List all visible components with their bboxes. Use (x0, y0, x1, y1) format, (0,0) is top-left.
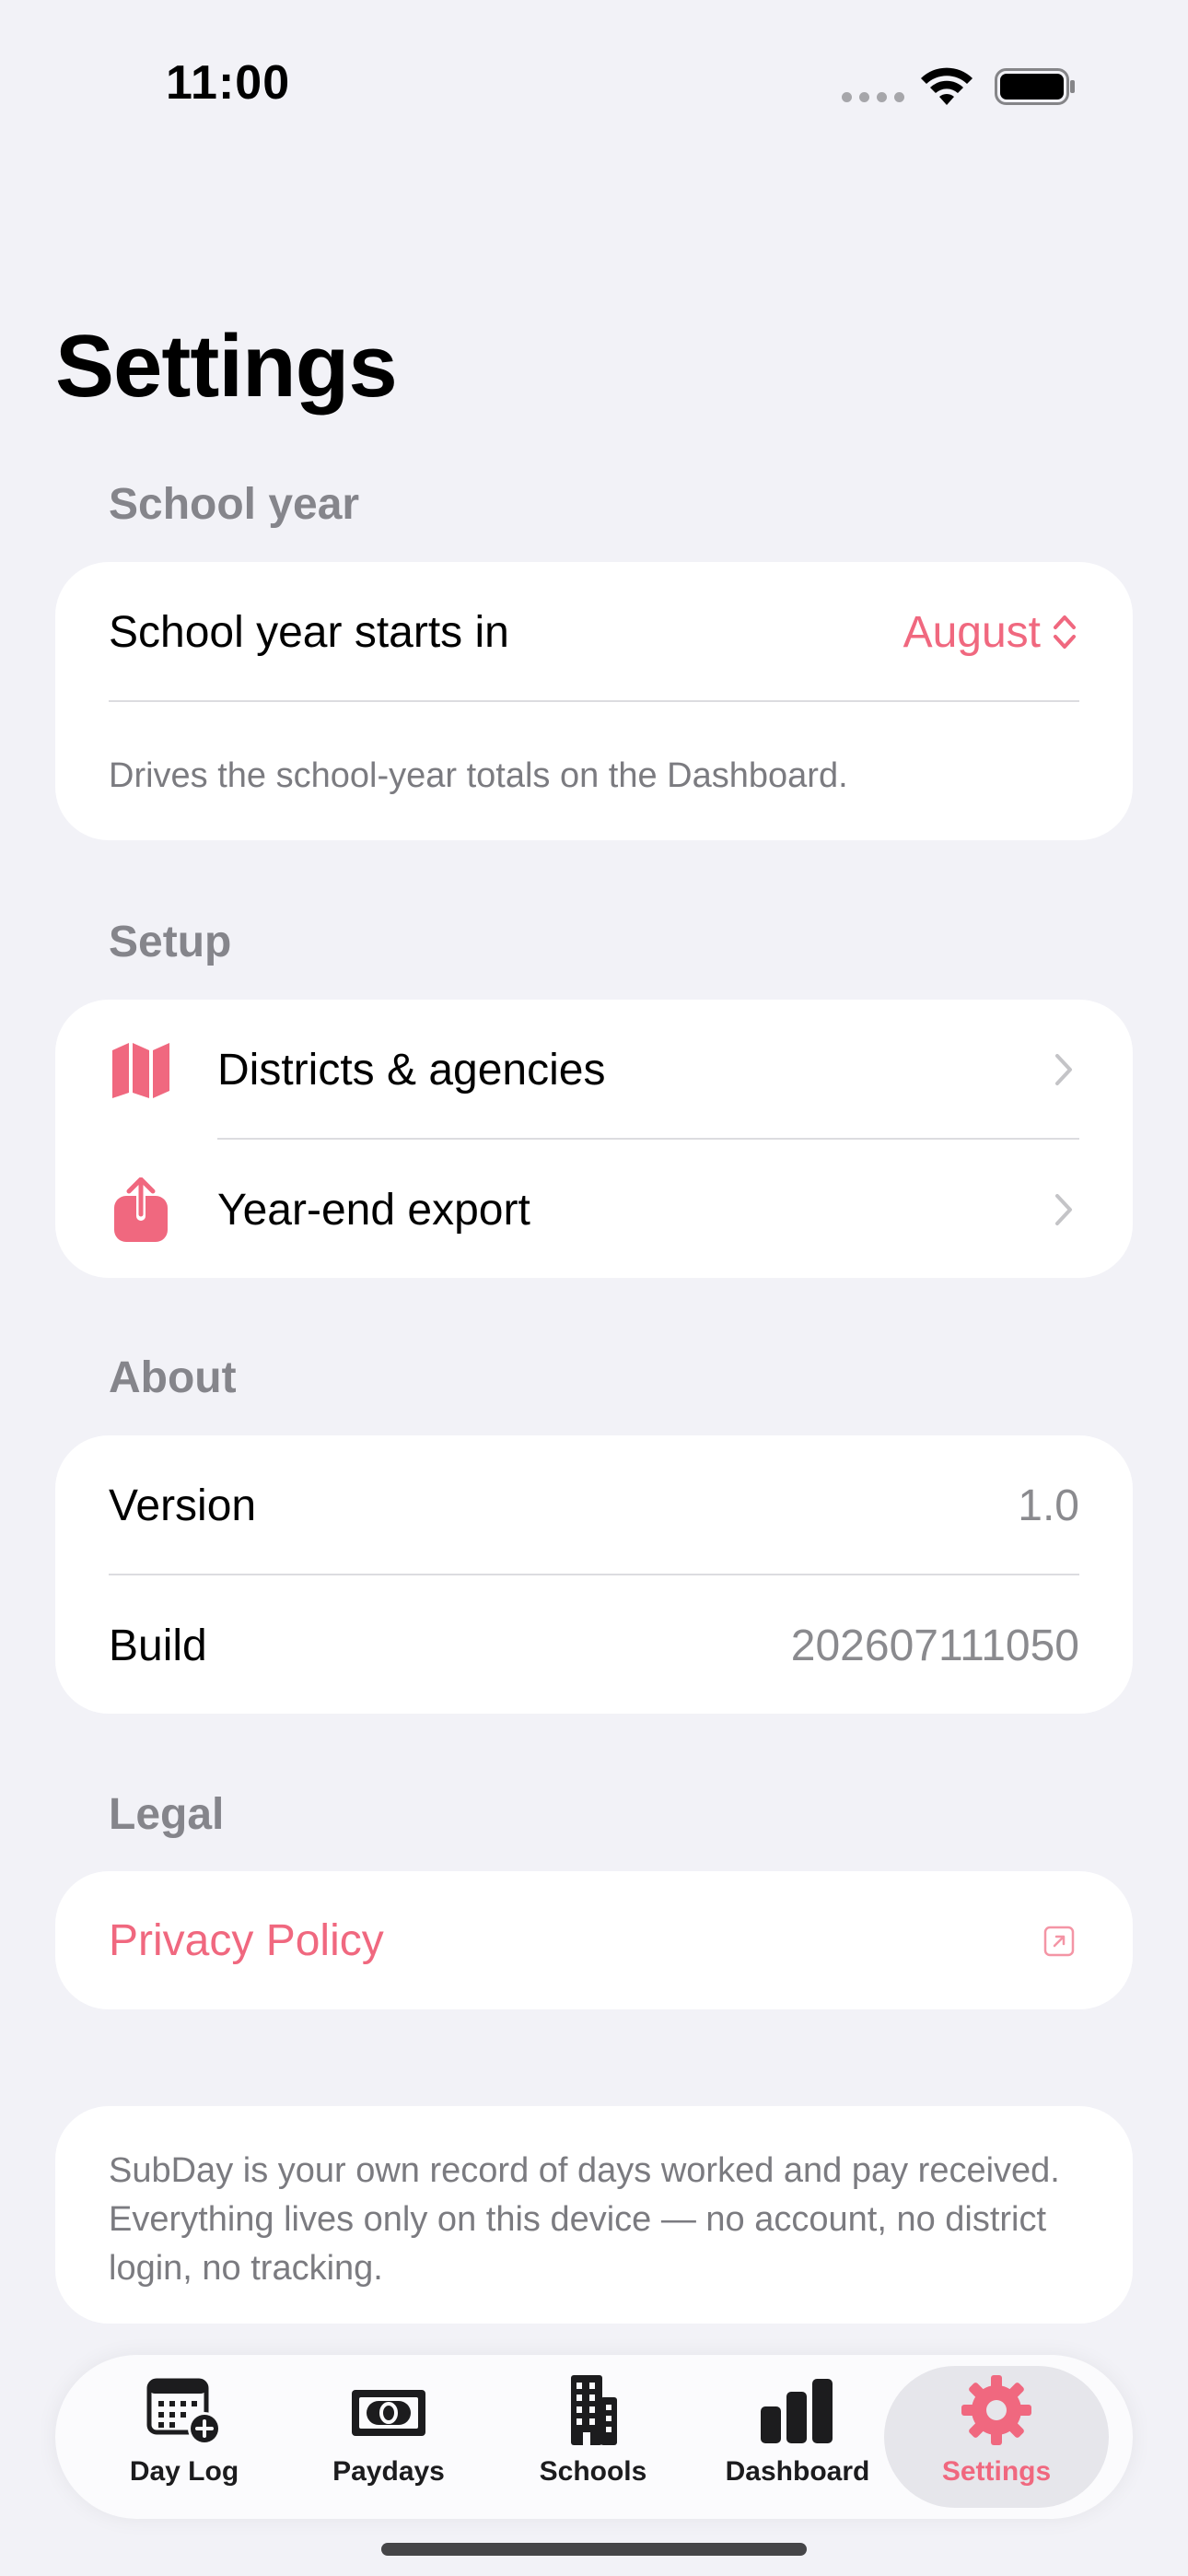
section-header-about: About (109, 1353, 237, 1402)
external-link-icon (1043, 1926, 1075, 1957)
school-year-footnote: Drives the school-year totals on the Das… (109, 756, 848, 795)
districts-agencies-label: Districts & agencies (217, 1045, 606, 1095)
status-bar: 11:00 (0, 0, 1188, 175)
year-end-export-row[interactable]: Year-end export (55, 1140, 1133, 1278)
privacy-policy-row[interactable]: Privacy Policy (55, 1871, 1133, 2009)
map-icon (112, 1043, 169, 1098)
share-icon (114, 1177, 168, 1242)
tab-label: Schools (539, 2456, 647, 2487)
tab-label: Dashboard (725, 2456, 870, 2487)
status-time: 11:00 (166, 56, 291, 110)
section-header-school-year: School year (109, 480, 360, 529)
building-icon (571, 2375, 617, 2445)
privacy-policy-link[interactable]: Privacy Policy (109, 1915, 384, 1966)
page-title: Settings (55, 317, 398, 416)
tab-settings[interactable]: Settings (884, 2366, 1109, 2508)
wifi-icon (921, 67, 973, 105)
separator (109, 700, 1079, 702)
school-year-start-label: School year starts in (109, 607, 509, 657)
version-label: Version (109, 1481, 257, 1530)
build-row: Build 202607111050 (55, 1575, 1133, 1714)
gear-icon (961, 2375, 1031, 2445)
up-down-chevron-icon (1054, 615, 1076, 649)
tab-paydays[interactable]: Paydays (282, 2366, 495, 2508)
home-indicator (381, 2543, 807, 2556)
tab-day-log[interactable]: Day Log (77, 2366, 291, 2508)
version-row: Version 1.0 (55, 1435, 1133, 1575)
battery-icon (995, 68, 1075, 105)
cellular-signal-icon (842, 92, 904, 102)
tab-label: Paydays (332, 2456, 445, 2487)
section-header-setup: Setup (109, 918, 232, 966)
about-card: Version 1.0 Build 202607111050 (55, 1435, 1133, 1714)
setup-card: Districts & agencies Year-end export (55, 1000, 1133, 1278)
bar-chart-icon (761, 2379, 833, 2443)
build-value: 202607111050 (790, 1621, 1079, 1670)
tab-bar: Day Log Paydays Schools Dashboard Settin… (55, 2355, 1133, 2519)
chevron-right-icon (1055, 1194, 1072, 1225)
calendar-add-icon (146, 2378, 221, 2445)
school-year-start-value: August (903, 607, 1041, 657)
legal-card: Privacy Policy (55, 1871, 1133, 2009)
section-header-legal: Legal (109, 1790, 225, 1839)
tab-label: Day Log (129, 2456, 239, 2487)
tab-schools[interactable]: Schools (486, 2366, 700, 2508)
banknote-icon (352, 2390, 425, 2436)
school-year-start-row[interactable]: School year starts in August (55, 562, 1133, 702)
info-card-text: SubDay is your own record of days worked… (109, 2151, 1060, 2289)
districts-agencies-row[interactable]: Districts & agencies (55, 1000, 1133, 1140)
tab-dashboard[interactable]: Dashboard (691, 2366, 904, 2508)
build-label: Build (109, 1621, 207, 1670)
tab-label: Settings (941, 2456, 1052, 2487)
school-year-card: School year starts in August Drives the … (55, 562, 1133, 840)
info-card: SubDay is your own record of days worked… (55, 2106, 1133, 2324)
version-value: 1.0 (1018, 1481, 1079, 1530)
school-year-start-picker[interactable]: August (903, 607, 1077, 658)
chevron-right-icon (1055, 1054, 1072, 1085)
year-end-export-label: Year-end export (217, 1185, 530, 1235)
